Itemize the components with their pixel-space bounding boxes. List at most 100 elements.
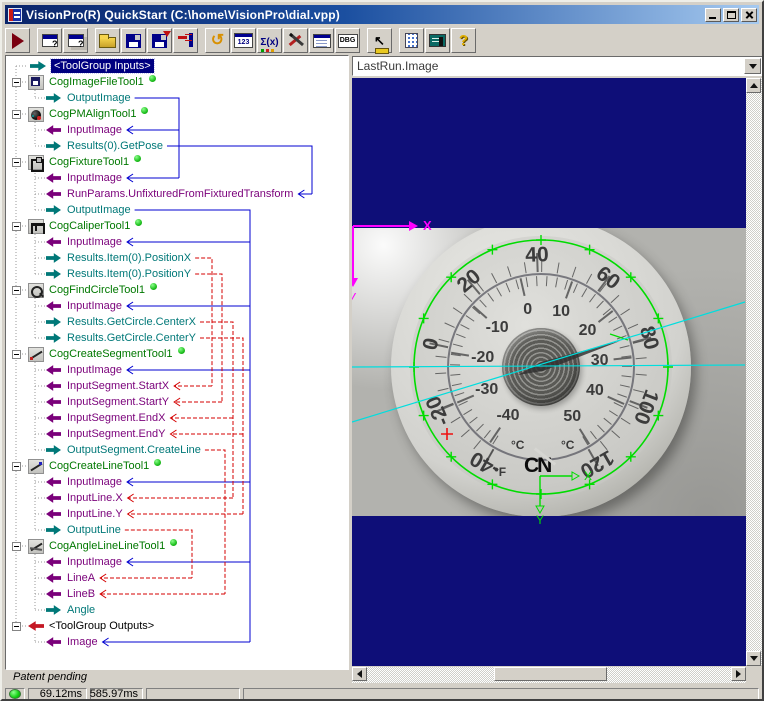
save-file-as-button[interactable] (147, 28, 172, 53)
tree-row[interactable]: <ToolGroup Outputs> (6, 618, 348, 634)
tree-row[interactable]: Image (6, 634, 348, 650)
tree-item-label[interactable]: Results(0).GetPose (67, 140, 163, 152)
number-format-button[interactable]: 123 (231, 28, 256, 53)
tree-row[interactable]: OutputSegment.CreateLine (6, 442, 348, 458)
tree-item-label[interactable]: Results.GetCircle.CenterX (67, 316, 196, 328)
tree-collapse-box[interactable] (12, 77, 21, 87)
tree-row[interactable]: Results.GetCircle.CenterY (6, 330, 348, 346)
tree-collapse-box[interactable] (12, 349, 21, 359)
show-image-window-button[interactable]: ? (37, 28, 62, 53)
tree-item-label[interactable]: InputImage (67, 476, 122, 488)
tree-item-label[interactable]: CogFindCircleTool1 (49, 284, 145, 296)
tree-row[interactable]: Results.Item(0).PositionY (6, 266, 348, 282)
tree-collapse-box[interactable] (12, 621, 21, 631)
tree-item-label[interactable]: LineA (67, 572, 95, 584)
tree-item-label[interactable]: RunParams.UnfixturedFromFixturedTransfor… (67, 188, 293, 200)
script-document-button[interactable] (399, 28, 424, 53)
tree-collapse-box[interactable] (12, 285, 21, 295)
tree-row[interactable]: InputImage (6, 298, 348, 314)
tree-item-label[interactable]: OutputImage (67, 204, 131, 216)
tree-row[interactable]: OutputLine (6, 522, 348, 538)
tree-item-label[interactable]: InputImage (67, 556, 122, 568)
tree-row[interactable]: LineA (6, 570, 348, 586)
scroll-right-button[interactable] (731, 667, 746, 681)
tree-item-label[interactable]: Angle (67, 604, 95, 616)
tree-item-label[interactable]: CogCreateLineTool1 (49, 460, 149, 472)
tree-item-label[interactable]: LineB (67, 588, 95, 600)
pointer-measure-button[interactable]: ↖ (367, 28, 392, 54)
vertical-scrollbar[interactable] (746, 78, 762, 666)
undo-button[interactable]: ↺ (205, 28, 230, 53)
tree-row[interactable]: InputImage (6, 170, 348, 186)
tree-item-label[interactable]: InputImage (67, 236, 122, 248)
tree-row[interactable]: InputImage (6, 474, 348, 490)
debug-button[interactable]: DBG (335, 28, 360, 53)
window-layout-button[interactable] (309, 28, 334, 53)
maximize-button[interactable] (723, 7, 739, 22)
title-bar[interactable]: VisionPro(R) QuickStart (C:\home\VisionP… (5, 5, 759, 24)
run-button[interactable] (5, 28, 30, 53)
float-image-window-button[interactable]: ? (63, 28, 88, 53)
tree-item-label[interactable]: InputSegment.StartY (67, 396, 169, 408)
tree-collapse-box[interactable] (12, 109, 21, 119)
tree-item-label[interactable]: InputSegment.EndX (67, 412, 165, 424)
tree-item-label[interactable]: Results.Item(0).PositionY (67, 268, 191, 280)
tree-row[interactable]: CogAngleLineLineTool1 (6, 538, 348, 554)
tree-row[interactable]: CogFixtureTool1 (6, 154, 348, 172)
tree-row[interactable]: Angle (6, 602, 348, 618)
tree-item-label[interactable]: OutputLine (67, 524, 121, 536)
tree-collapse-box[interactable] (12, 541, 21, 551)
tree-row[interactable]: InputImage (6, 122, 348, 138)
open-file-button[interactable] (95, 28, 120, 53)
horizontal-scroll-thumb[interactable] (494, 667, 607, 681)
combobox-dropdown-button[interactable] (744, 58, 761, 74)
tree-row[interactable]: CogCaliperTool1 (6, 218, 348, 234)
tree-row[interactable]: InputImage (6, 362, 348, 378)
tree-item-label[interactable]: InputImage (67, 300, 122, 312)
toolgroup-tree-panel[interactable]: <ToolGroup Inputs> CogImageFileTool1 Outpu… (5, 55, 349, 670)
tree-item-label[interactable]: Results.Item(0).PositionX (67, 252, 191, 264)
tree-item-label[interactable]: CogFixtureTool1 (49, 156, 129, 168)
tree-item-label[interactable]: <ToolGroup Outputs> (49, 620, 154, 632)
tree-row[interactable]: InputLine.X (6, 490, 348, 506)
tree-item-label[interactable]: <ToolGroup Inputs> (50, 58, 155, 74)
tree-row[interactable]: Results(0).GetPose (6, 138, 348, 154)
tree-collapse-box[interactable] (12, 461, 21, 471)
tree-row[interactable]: InputImage (6, 554, 348, 570)
training-button[interactable] (425, 28, 450, 53)
tree-row[interactable]: CogImageFileTool1 (6, 74, 348, 90)
tree-item-label[interactable]: CogAngleLineLineTool1 (49, 540, 165, 552)
tree-row[interactable]: InputSegment.EndY (6, 426, 348, 442)
tree-row[interactable]: OutputImage (6, 90, 348, 106)
tree-row[interactable]: CogCreateSegmentTool1 (6, 346, 348, 362)
expression-button[interactable]: Σ(x) (257, 28, 282, 53)
tree-row[interactable]: InputSegment.StartX (6, 378, 348, 394)
tree-row[interactable]: Results.GetCircle.CenterX (6, 314, 348, 330)
tree-item-label[interactable]: OutputImage (67, 92, 131, 104)
close-button[interactable] (741, 7, 757, 22)
help-button[interactable]: ? (451, 28, 476, 53)
save-file-button[interactable] (121, 28, 146, 53)
tree-item-label[interactable]: Results.GetCircle.CenterY (67, 332, 196, 344)
tree-item-label[interactable]: CogCreateSegmentTool1 (49, 348, 173, 360)
tree-item-label[interactable]: InputSegment.StartX (67, 380, 169, 392)
tree-item-label[interactable]: InputSegment.EndY (67, 428, 165, 440)
tree-row[interactable]: LineB (6, 586, 348, 602)
tree-collapse-box[interactable] (12, 221, 21, 231)
tool-options-button[interactable] (283, 28, 308, 53)
tree-item-label[interactable]: CogCaliperTool1 (49, 220, 130, 232)
revert-button[interactable] (173, 28, 198, 53)
tree-item-label[interactable]: InputImage (67, 172, 122, 184)
tree-item-label[interactable]: CogImageFileTool1 (49, 76, 144, 88)
tree-row[interactable]: InputImage (6, 234, 348, 250)
tree-item-label[interactable]: OutputSegment.CreateLine (67, 444, 201, 456)
tree-row[interactable]: InputLine.Y (6, 506, 348, 522)
tree-row[interactable]: CogCreateLineTool1 (6, 458, 348, 474)
tree-item-label[interactable]: InputImage (67, 124, 122, 136)
tree-row[interactable]: Results.Item(0).PositionX (6, 250, 348, 266)
tree-row[interactable]: OutputImage (6, 202, 348, 218)
scroll-up-button[interactable] (746, 78, 761, 93)
tree-row[interactable]: CogPMAlignTool1 (6, 106, 348, 122)
tree-row[interactable]: CogFindCircleTool1 (6, 282, 348, 298)
tree-row[interactable]: RunParams.UnfixturedFromFixturedTransfor… (6, 186, 348, 202)
